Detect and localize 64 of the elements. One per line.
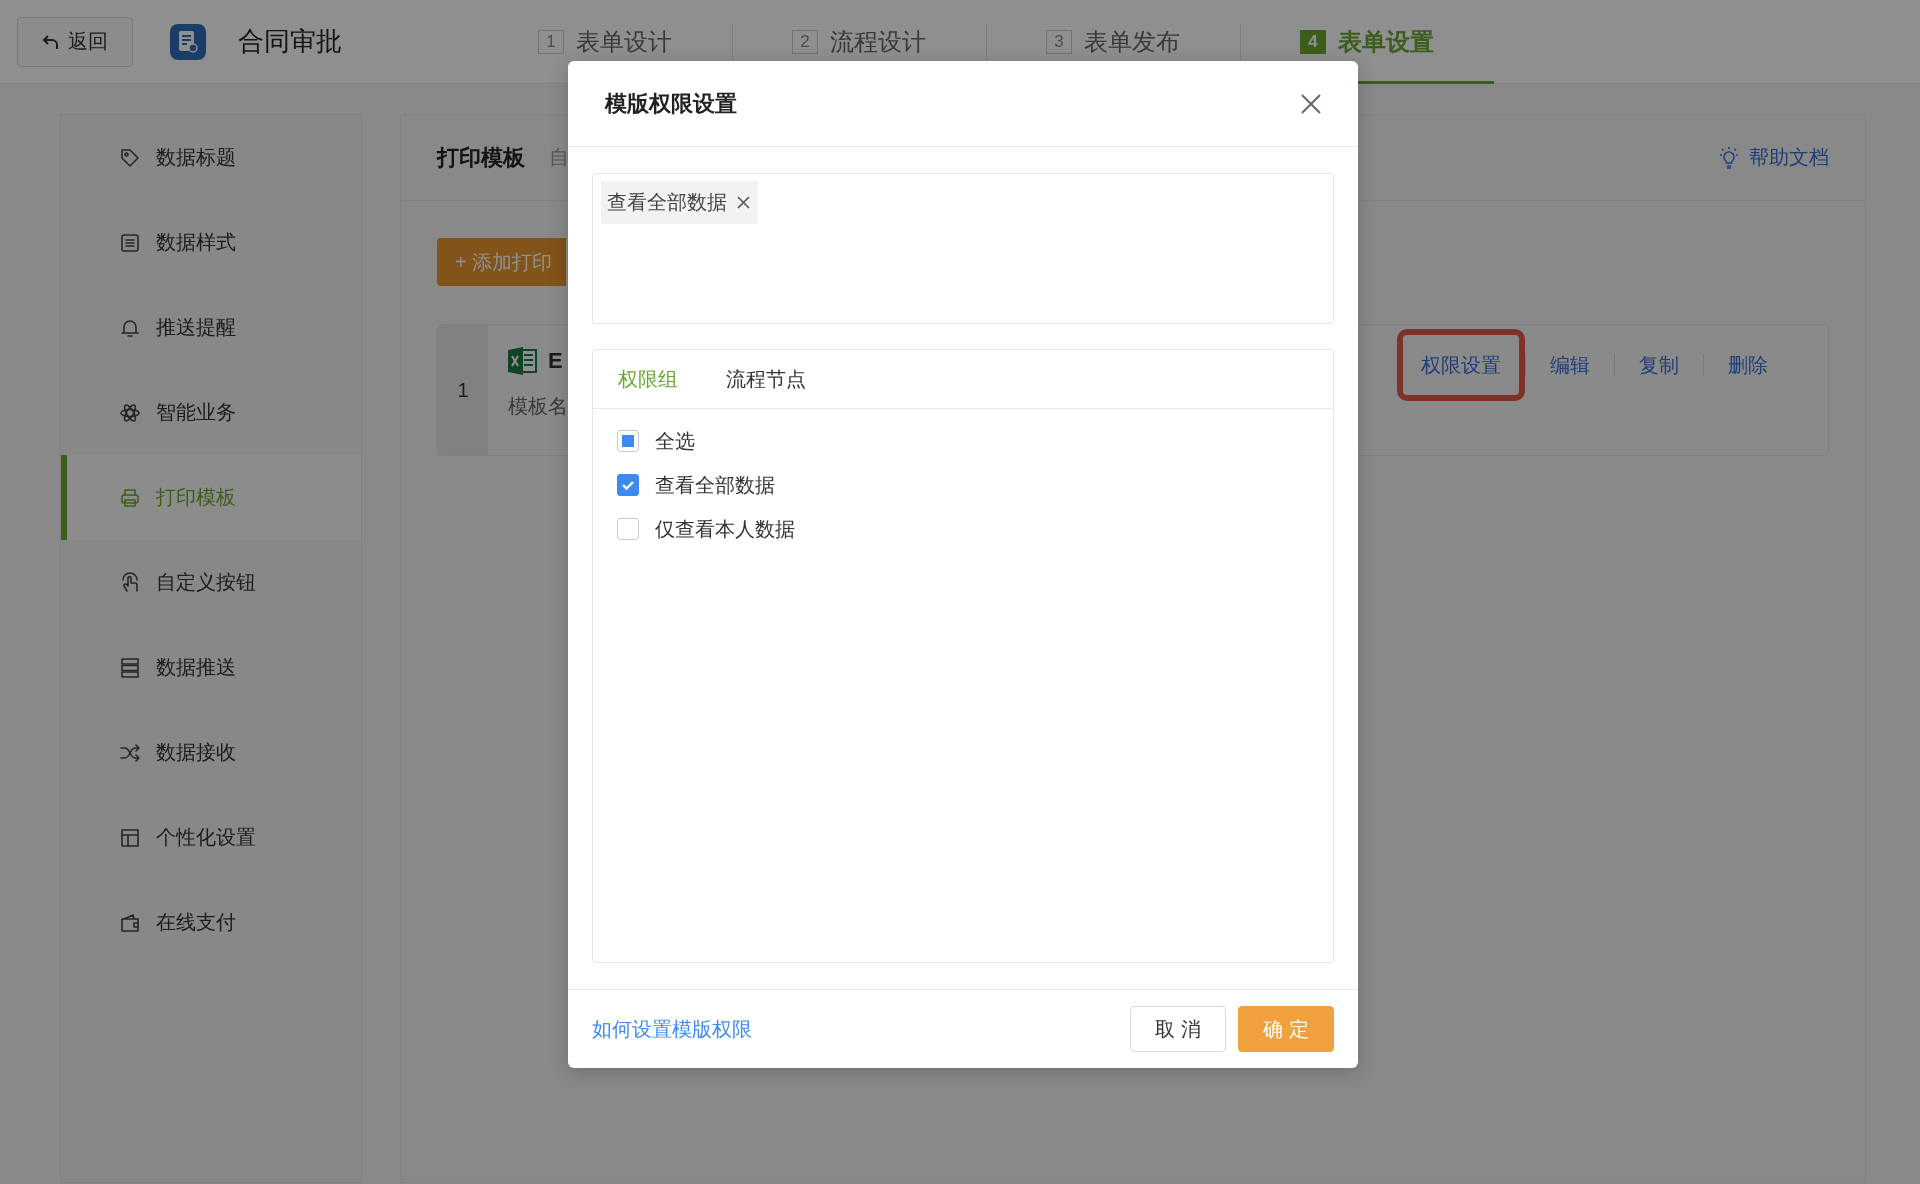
step-label: 流程设计: [830, 26, 926, 57]
option-label: 仅查看本人数据: [655, 516, 795, 542]
spreadsheet-icon: [508, 347, 538, 375]
printer-icon: [119, 486, 141, 509]
step-label: 表单发布: [1084, 26, 1180, 57]
help-link[interactable]: 帮助文档: [1717, 144, 1829, 171]
step-tab[interactable]: 3 表单发布: [1046, 24, 1180, 59]
tag-label: 查看全部数据: [607, 190, 727, 215]
back-button[interactable]: 返回: [17, 16, 133, 67]
sidebar-item[interactable]: 个性化设置: [61, 795, 361, 880]
dialog-title: 模版权限设置: [605, 89, 737, 118]
row-index: 1: [438, 325, 488, 455]
step-number: 2: [792, 29, 818, 54]
tag-icon: [119, 146, 141, 169]
lightbulb-icon: [1717, 145, 1741, 170]
help-link[interactable]: 如何设置模版权限: [592, 1015, 752, 1043]
panel-title: 打印模板: [437, 143, 525, 172]
wallet-icon: [119, 911, 141, 934]
action-link[interactable]: 删除: [1704, 329, 1792, 401]
step-label: 表单设计: [576, 26, 672, 57]
sidebar-item[interactable]: 在线支付: [61, 880, 361, 965]
list-icon: [119, 231, 141, 254]
step-label: 表单设置: [1338, 26, 1434, 57]
step-tab[interactable]: 4 表单设置: [1300, 24, 1434, 59]
step-number: 3: [1046, 29, 1072, 54]
tab[interactable]: 流程节点: [702, 350, 830, 408]
checkbox[interactable]: [617, 474, 639, 496]
checkbox[interactable]: [617, 430, 639, 452]
step-tab[interactable]: 1 表单设计: [538, 24, 672, 59]
sidebar-item[interactable]: 数据接收: [61, 710, 361, 795]
close-button[interactable]: [1300, 92, 1322, 115]
app-icon: [170, 23, 206, 60]
form-title: 合同审批: [238, 25, 343, 58]
hand-icon: [119, 571, 141, 594]
layout-icon: [119, 826, 141, 849]
sidebar-item[interactable]: 数据标题: [61, 115, 361, 200]
add-template-button[interactable]: + 添加打印: [437, 238, 567, 286]
option-label: 全选: [655, 428, 695, 454]
shuffle-icon: [119, 741, 141, 764]
sidebar-item[interactable]: 数据推送: [61, 625, 361, 710]
checkbox[interactable]: [617, 518, 639, 540]
sidebar-item[interactable]: 智能业务: [61, 370, 361, 455]
close-icon: [1300, 92, 1322, 115]
template-description: 模板名: [508, 394, 568, 419]
sidebar-item[interactable]: 数据样式: [61, 200, 361, 285]
action-link[interactable]: 编辑: [1526, 329, 1614, 401]
remove-icon[interactable]: [737, 196, 750, 209]
action-link[interactable]: 复制: [1615, 329, 1703, 401]
atom-icon: [119, 401, 141, 424]
sidebar-item[interactable]: 打印模板: [61, 455, 361, 540]
sidebar-item[interactable]: 自定义按钮: [61, 540, 361, 625]
step-tab[interactable]: 2 流程设计: [792, 24, 926, 59]
step-number: 4: [1300, 29, 1326, 54]
server-icon: [119, 656, 141, 679]
return-icon: [42, 32, 60, 51]
option-label: 查看全部数据: [655, 472, 775, 498]
confirm-button[interactable]: 确 定: [1238, 1006, 1334, 1052]
step-number: 1: [538, 29, 564, 54]
cancel-button[interactable]: 取 消: [1130, 1006, 1226, 1052]
tab[interactable]: 权限组: [594, 350, 702, 408]
sidebar-item[interactable]: 推送提醒: [61, 285, 361, 370]
action-link[interactable]: 权限设置: [1397, 329, 1525, 401]
template-name: E: [548, 348, 563, 374]
selected-tags-field[interactable]: 查看全部数据: [592, 173, 1334, 324]
